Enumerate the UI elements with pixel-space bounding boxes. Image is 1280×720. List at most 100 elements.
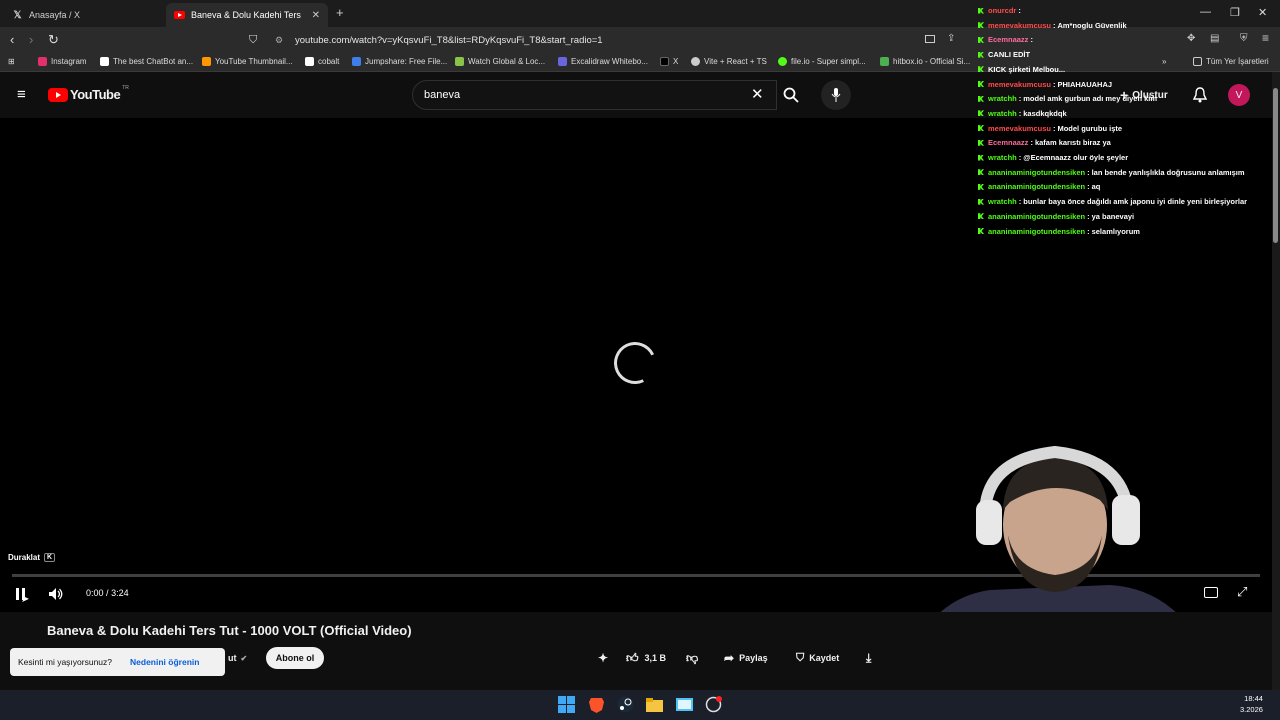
kick-badge-icon: [978, 66, 984, 73]
brave-browser-icon[interactable]: [588, 696, 605, 713]
volume-icon: [49, 588, 63, 600]
forward-icon[interactable]: ›: [29, 32, 33, 47]
bookmark-instagram[interactable]: Instagram: [38, 57, 87, 66]
kick-badge-icon: [978, 95, 984, 102]
tab-youtube-video[interactable]: Baneva & Dolu Kadehi Ters Tut - ✕: [166, 3, 328, 27]
volume-button[interactable]: [49, 587, 63, 605]
chat-separator: :: [1018, 6, 1021, 15]
search-input[interactable]: baneva ✕: [412, 80, 777, 110]
chat-username: memevakumcusu: [988, 123, 1051, 133]
site-info-icon[interactable]: ⚙: [275, 30, 283, 51]
hitbox-icon: [880, 57, 889, 66]
verified-badge-icon: ✔: [240, 653, 248, 663]
chat-separator: :: [1018, 153, 1022, 162]
chat-username: wratchh: [988, 197, 1017, 207]
thumbnail-icon: [202, 57, 211, 66]
subscribe-button[interactable]: Abone ol: [266, 647, 324, 669]
scrollbar-thumb[interactable]: [1273, 88, 1278, 243]
dislike-button[interactable]: 👎︎: [686, 647, 698, 669]
stream-chat-overlay: onurcdr: memevakumcusu: Am*noglu Güvenlik E…: [974, 6, 1274, 236]
chat-username: Ecemnaazz: [988, 138, 1029, 148]
chat-message: wratchh: bunlar baya önce dağıldı amk jap…: [978, 197, 1247, 206]
kick-badge-icon: [978, 198, 984, 205]
reload-icon[interactable]: ↻: [48, 32, 59, 48]
channel-name[interactable]: ut ✔: [228, 647, 247, 669]
keyboard-shortcut: K: [44, 552, 56, 562]
kick-badge-icon: [978, 213, 984, 220]
youtube-logo[interactable]: YouTube TR: [48, 85, 129, 102]
steam-icon[interactable]: [617, 696, 634, 713]
chat-username: wratchh: [988, 108, 1017, 118]
chat-separator: :: [1030, 138, 1033, 148]
tab-x-home[interactable]: 𝕏 Anasayfa / X: [4, 3, 164, 27]
chat-separator: :: [1030, 35, 1033, 45]
tab-label: Baneva & Dolu Kadehi Ters Tut -: [191, 10, 303, 20]
excalidraw-icon: [558, 57, 567, 66]
chat-message: ananinaminigotundensiken: selamlıyorum: [978, 227, 1140, 236]
kick-badge-icon: [978, 228, 984, 234]
x-logo-icon: 𝕏: [13, 9, 22, 21]
windows-start-icon[interactable]: [558, 696, 575, 713]
chat-separator: :: [1018, 197, 1022, 207]
chat-separator: :: [1087, 167, 1090, 177]
share-page-icon[interactable]: ⇪: [947, 33, 955, 44]
chat-text: Model gurubu işte: [1057, 123, 1123, 133]
kick-badge-icon: [978, 7, 984, 14]
search-query: baneva: [424, 89, 461, 101]
kick-badge-icon: [978, 139, 984, 146]
fileio-icon: [778, 57, 787, 66]
clear-search-icon[interactable]: ✕: [751, 85, 764, 103]
hamburger-menu-icon[interactable]: ≡: [17, 86, 26, 103]
bookmark-jumpshare[interactable]: Jumpshare: Free File...: [352, 57, 447, 66]
cast-icon[interactable]: [925, 35, 935, 43]
chat-text: KICK şirketi Melbou...: [988, 64, 1066, 74]
bookmark-hitbox[interactable]: hitbox.io - Official Si...: [880, 57, 970, 66]
screen-tool-icon[interactable]: [676, 696, 693, 713]
chat-message: wratchh: @Ecemnaazz olur öyle şeyler: [978, 153, 1128, 162]
instagram-icon: [38, 57, 47, 66]
mouse-cursor-icon: ➤: [21, 594, 30, 605]
file-explorer-icon[interactable]: [646, 696, 663, 713]
bookmark-yt-thumbnail[interactable]: YouTube Thumbnail...: [202, 57, 293, 66]
chat-username: wratchh: [988, 153, 1017, 162]
chat-separator: :: [1087, 226, 1090, 236]
kick-badge-icon: [978, 110, 984, 117]
bookmark-vite[interactable]: Vite + React + TS: [691, 57, 767, 66]
thumbs-up-icon: 👍︎: [626, 650, 639, 665]
chat-username: Ecemnaazz: [988, 35, 1029, 45]
new-tab-button[interactable]: +: [336, 5, 344, 20]
bookmark-cobalt[interactable]: cobalt: [305, 57, 339, 66]
kick-badge-icon: [978, 169, 984, 176]
clock-time: 18:44: [1244, 694, 1263, 703]
learn-why-link[interactable]: Nedenini öğrenin: [130, 657, 199, 667]
chat-text: lan bende yanlışlıkla doğrusunu anlamışı…: [1091, 167, 1245, 177]
chat-separator: :: [1087, 211, 1090, 221]
close-tab-icon[interactable]: ✕: [312, 10, 320, 21]
download-button[interactable]: ⤓: [866, 647, 871, 669]
save-button[interactable]: ⛉ Kaydet: [796, 647, 839, 669]
url-field[interactable]: ⚙ youtube.com/watch?v=yKqsvuFi_T8&list=R…: [270, 30, 970, 51]
bookmark-page-icon[interactable]: ⛉: [249, 34, 257, 47]
bookmark-chatbot[interactable]: The best ChatBot an...: [100, 57, 193, 66]
like-button[interactable]: 👍︎ 3,1 B: [626, 647, 666, 669]
chat-username: memevakumcusu: [988, 79, 1051, 89]
bookmark-excalidraw[interactable]: Excalidraw Whitebo...: [558, 57, 648, 66]
system-clock[interactable]: 18:44 3.2026: [1240, 693, 1263, 715]
bookmark-fileio[interactable]: file.io - Super simpl...: [778, 57, 866, 66]
ask-ai-button[interactable]: ✦: [598, 647, 608, 669]
youtube-logo-icon: [48, 87, 68, 102]
apps-grid-icon[interactable]: ⊞: [8, 57, 15, 66]
chat-separator: :: [1052, 123, 1056, 133]
app-badge-icon[interactable]: [705, 696, 722, 713]
chat-username: onurcdr: [988, 6, 1017, 15]
chat-message: onurcdr:: [978, 6, 1023, 15]
sparkle-icon: ✦: [598, 651, 609, 665]
kick-badge-icon: [978, 36, 984, 43]
bookmark-x[interactable]: X: [660, 57, 678, 66]
voice-search-button[interactable]: [821, 80, 851, 110]
back-icon[interactable]: ‹: [10, 32, 14, 47]
search-button[interactable]: [777, 80, 805, 110]
bookmark-watch-global[interactable]: Watch Global & Loc...: [455, 57, 545, 66]
youtube-favicon-icon: [174, 10, 185, 21]
share-button[interactable]: ➦ Paylaş: [724, 647, 768, 669]
